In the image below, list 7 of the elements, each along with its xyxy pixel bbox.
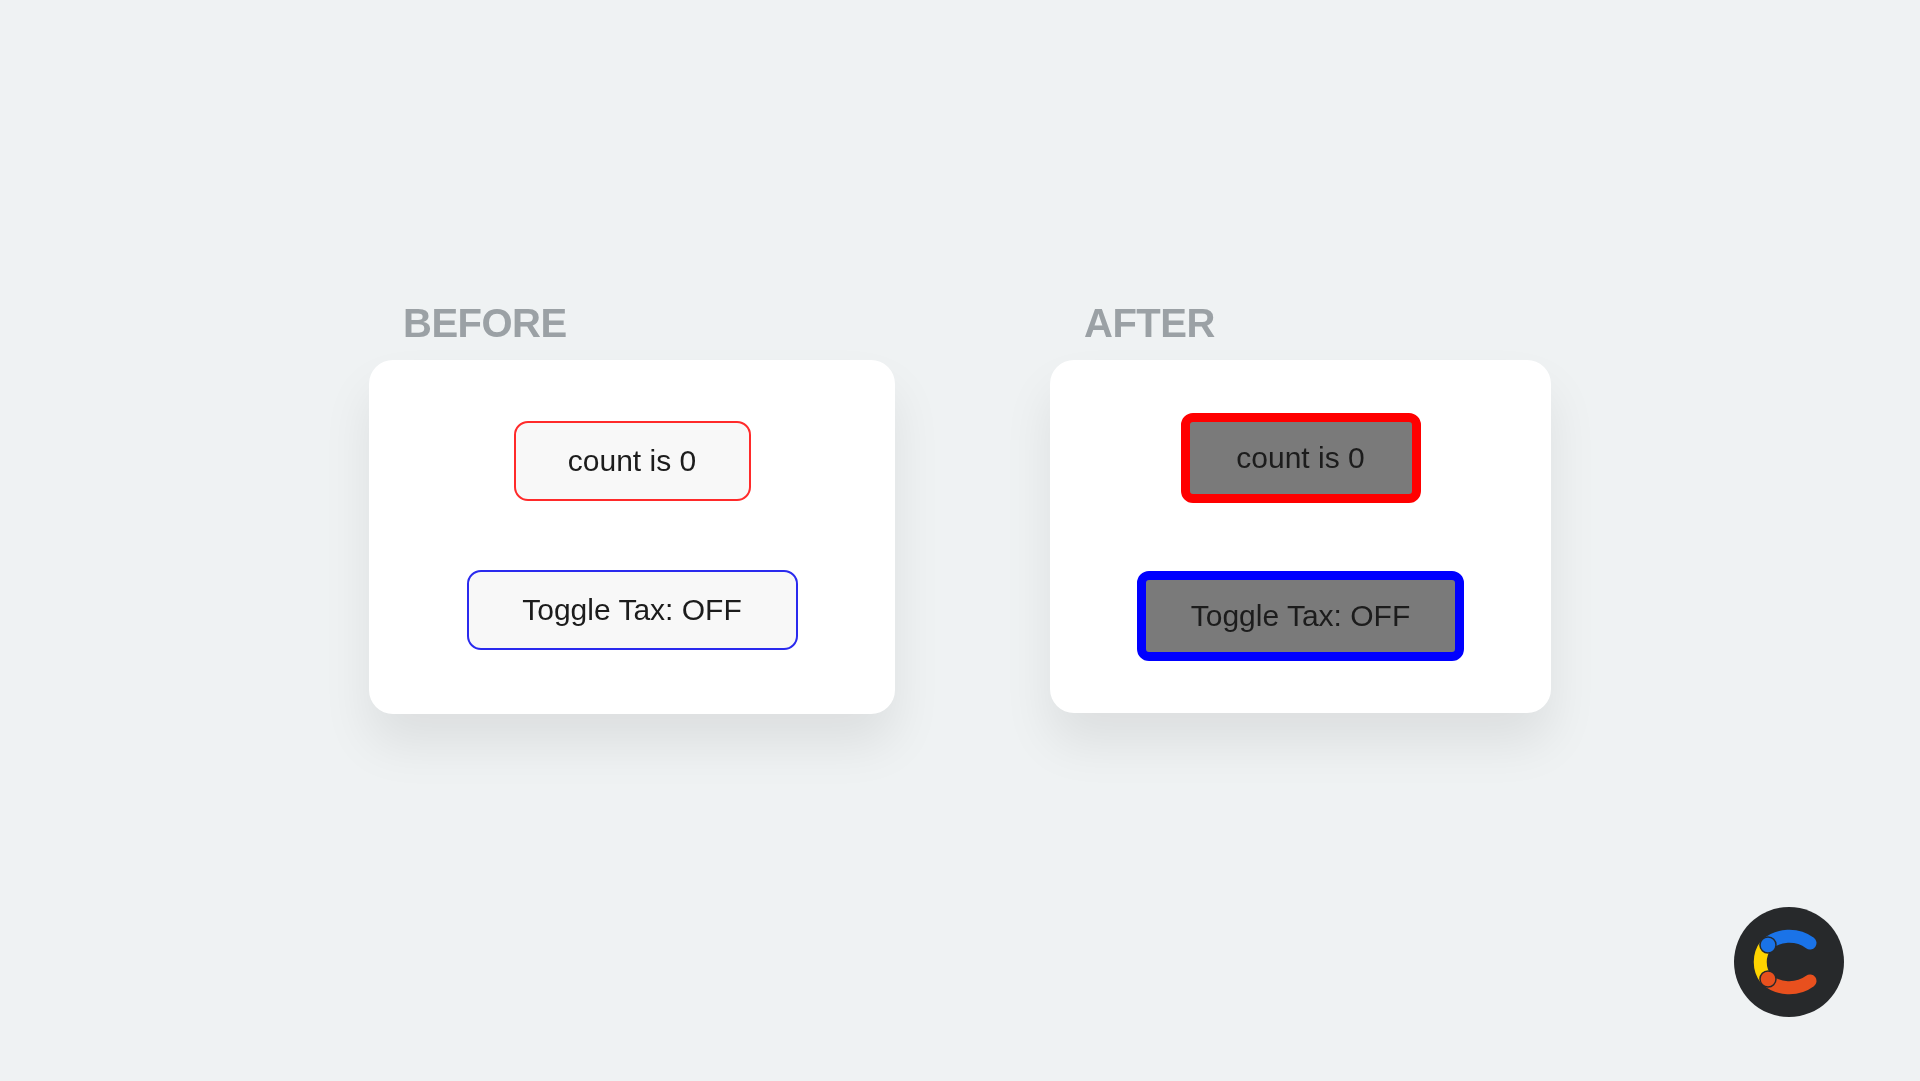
demo-button[interactable]: count is 0 <box>1180 413 1421 503</box>
demo-button[interactable]: count is 0 <box>513 421 751 501</box>
logo-icon <box>1734 907 1844 1017</box>
demo-button[interactable]: Toggle Tax: OFF <box>1137 571 1464 661</box>
section-heading: AFTER <box>1084 300 1216 346</box>
demo-button[interactable]: Toggle Tax: OFF <box>466 570 798 650</box>
section-heading: BEFORE <box>403 300 568 346</box>
